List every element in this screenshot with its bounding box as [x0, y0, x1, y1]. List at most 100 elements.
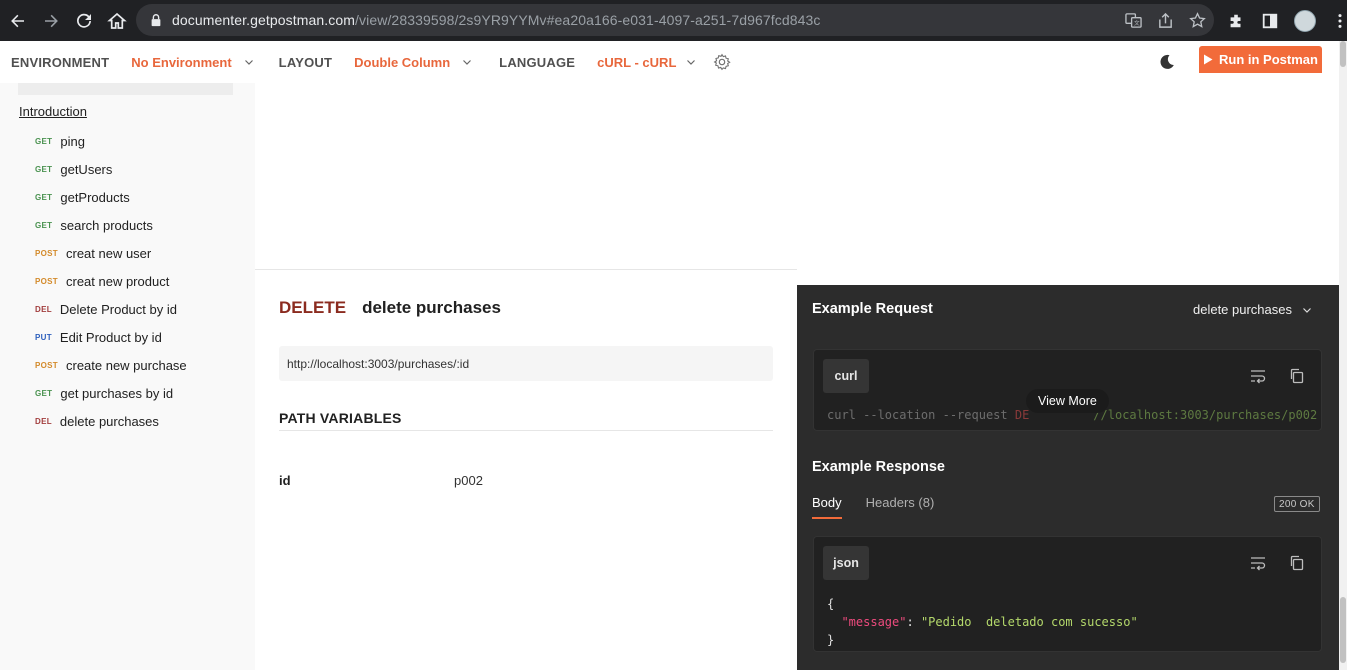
path-variable-value: p002 — [454, 473, 483, 488]
svg-text:文: 文 — [1133, 19, 1139, 27]
sidebar-item-delete-purchases[interactable]: DEL delete purchases — [35, 411, 159, 431]
language-label: LANGUAGE — [499, 54, 576, 70]
copy-icon[interactable] — [1288, 367, 1306, 385]
extensions-icon[interactable] — [1226, 11, 1246, 31]
copy-icon[interactable] — [1288, 554, 1306, 572]
lock-icon — [148, 12, 164, 28]
sidebar-introduction-link[interactable]: Introduction — [19, 104, 87, 119]
settings-gear-icon[interactable] — [713, 53, 732, 71]
language-value: cURL - cURL — [597, 54, 677, 70]
example-response-code: { "message": "Pedido deletado com sucess… — [827, 597, 1138, 647]
language-chip: json — [823, 546, 869, 580]
layout-select[interactable]: Double Column — [354, 55, 472, 70]
sidebar-item-delete-product-by-id[interactable]: DEL Delete Product by id — [35, 299, 177, 319]
documenter-topbar: ENVIRONMENT No Environment LAYOUT Double… — [0, 41, 1339, 83]
sidebar-item-label: delete purchases — [59, 413, 159, 429]
star-icon[interactable] — [1188, 11, 1206, 29]
method-badge: PUT — [35, 332, 52, 342]
page-scrollbar[interactable] — [1339, 41, 1347, 670]
layout-label: LAYOUT — [278, 54, 333, 70]
sidebar-item-get-purchases-by-id[interactable]: GET get purchases by id — [35, 383, 173, 403]
play-icon — [1204, 54, 1213, 65]
sidebar-item-label: creat new user — [65, 245, 152, 261]
sidebar-item-edit-product-by-id[interactable]: PUT Edit Product by id — [35, 327, 162, 347]
method-badge: GET — [35, 164, 53, 174]
environment-value: No Environment — [131, 54, 232, 70]
translate-icon[interactable]: 文 — [1124, 11, 1142, 29]
url-text[interactable]: documenter.getpostman.com/view/28339598/… — [172, 12, 820, 28]
method-badge: DEL — [35, 416, 52, 426]
response-tabs: Body Headers (8) — [812, 495, 958, 519]
example-select[interactable]: delete purchases — [1193, 302, 1312, 317]
example-response-code-card: json { "message": "Pedido deletado com s… — [813, 536, 1322, 652]
avatar[interactable] — [1294, 10, 1316, 32]
sidebar-item-creat-new-product[interactable]: POST creat new product — [35, 271, 169, 291]
view-more-button[interactable]: View More — [1026, 389, 1109, 413]
sidebar-item-label: Delete Product by id — [59, 301, 177, 317]
browser-toolbar: documenter.getpostman.com/view/28339598/… — [0, 0, 1347, 41]
example-select-value: delete purchases — [1192, 302, 1292, 317]
language-select[interactable]: cURL - cURL — [597, 55, 696, 70]
sidebar: Introduction GET ping GET getUsers GET g… — [0, 75, 255, 670]
chevron-down-icon — [463, 60, 472, 65]
request-title: DELETE delete purchases — [279, 298, 501, 318]
request-name: delete purchases — [362, 298, 501, 317]
sidebar-item-search-products[interactable]: GET search products — [35, 215, 153, 235]
sidebar-item-create-new-purchase[interactable]: POST create new purchase — [35, 355, 187, 375]
dark-mode-moon-icon[interactable] — [1158, 53, 1176, 71]
method-badge: POST — [35, 276, 58, 286]
run-in-postman-button[interactable]: Run in Postman — [1199, 46, 1322, 73]
method-badge: GET — [35, 388, 53, 398]
sidebar-item-label: creat new product — [65, 273, 170, 289]
sidebar-item-getusers[interactable]: GET getUsers — [35, 159, 112, 179]
sidebar-item-label: ping — [60, 133, 85, 149]
sidebar-item-creat-new-user[interactable]: POST creat new user — [35, 243, 151, 263]
example-response-title: Example Response — [812, 459, 945, 475]
sidebar-item-label: getUsers — [60, 161, 113, 177]
method-badge: GET — [35, 136, 53, 146]
request-url[interactable]: http://localhost:3003/purchases/:id — [279, 346, 773, 381]
scrollbar-thumb-top[interactable] — [1340, 41, 1346, 67]
request-method: DELETE — [279, 298, 347, 317]
tab-body[interactable]: Body — [812, 495, 842, 519]
environment-label: ENVIRONMENT — [11, 54, 110, 70]
sidebar-item-label: Edit Product by id — [59, 329, 162, 345]
wrap-lines-icon[interactable] — [1249, 367, 1267, 385]
environment-select[interactable]: No Environment — [131, 55, 253, 70]
run-in-postman-label: Run in Postman — [1219, 52, 1318, 67]
section-divider — [255, 269, 797, 270]
method-badge: POST — [35, 248, 58, 258]
forward-icon[interactable] — [36, 6, 66, 36]
sidebar-item-label: search products — [60, 217, 153, 233]
path-variables-heading: PATH VARIABLES — [279, 410, 402, 426]
path-variable-key: id — [279, 473, 291, 488]
method-badge: GET — [35, 192, 53, 202]
examples-pane: Example Request delete purchases curl cu… — [797, 285, 1339, 670]
back-icon[interactable] — [3, 6, 33, 36]
home-icon[interactable] — [102, 6, 132, 36]
sidebar-item-ping[interactable]: GET ping — [35, 131, 85, 151]
wrap-lines-icon[interactable] — [1249, 554, 1267, 572]
share-icon[interactable] — [1156, 11, 1174, 29]
layout-value: Double Column — [354, 54, 451, 70]
example-request-code-card: curl curl --location --request DE//local… — [813, 349, 1322, 431]
menu-icon[interactable] — [1330, 11, 1347, 31]
path-variables-divider — [279, 430, 773, 431]
scrollbar-thumb[interactable] — [1340, 597, 1346, 663]
sidebar-item-label: create new purchase — [65, 357, 187, 373]
chevron-down-icon — [1303, 307, 1311, 313]
address-bar[interactable]: documenter.getpostman.com/view/28339598/… — [136, 4, 1214, 36]
sidepanel-icon[interactable] — [1260, 11, 1280, 31]
reload-icon[interactable] — [69, 6, 99, 36]
chevron-down-icon — [687, 60, 696, 65]
sidebar-item-label: getProducts — [60, 189, 130, 205]
tab-headers[interactable]: Headers (8) — [866, 495, 935, 519]
method-badge: GET — [35, 220, 53, 230]
status-badge: 200 OK — [1274, 496, 1320, 512]
method-badge: POST — [35, 360, 58, 370]
example-request-title: Example Request — [812, 301, 933, 317]
language-chip: curl — [823, 359, 869, 393]
sidebar-item-getproducts[interactable]: GET getProducts — [35, 187, 130, 207]
sidebar-item-label: get purchases by id — [60, 385, 174, 401]
method-badge: DEL — [35, 304, 52, 314]
